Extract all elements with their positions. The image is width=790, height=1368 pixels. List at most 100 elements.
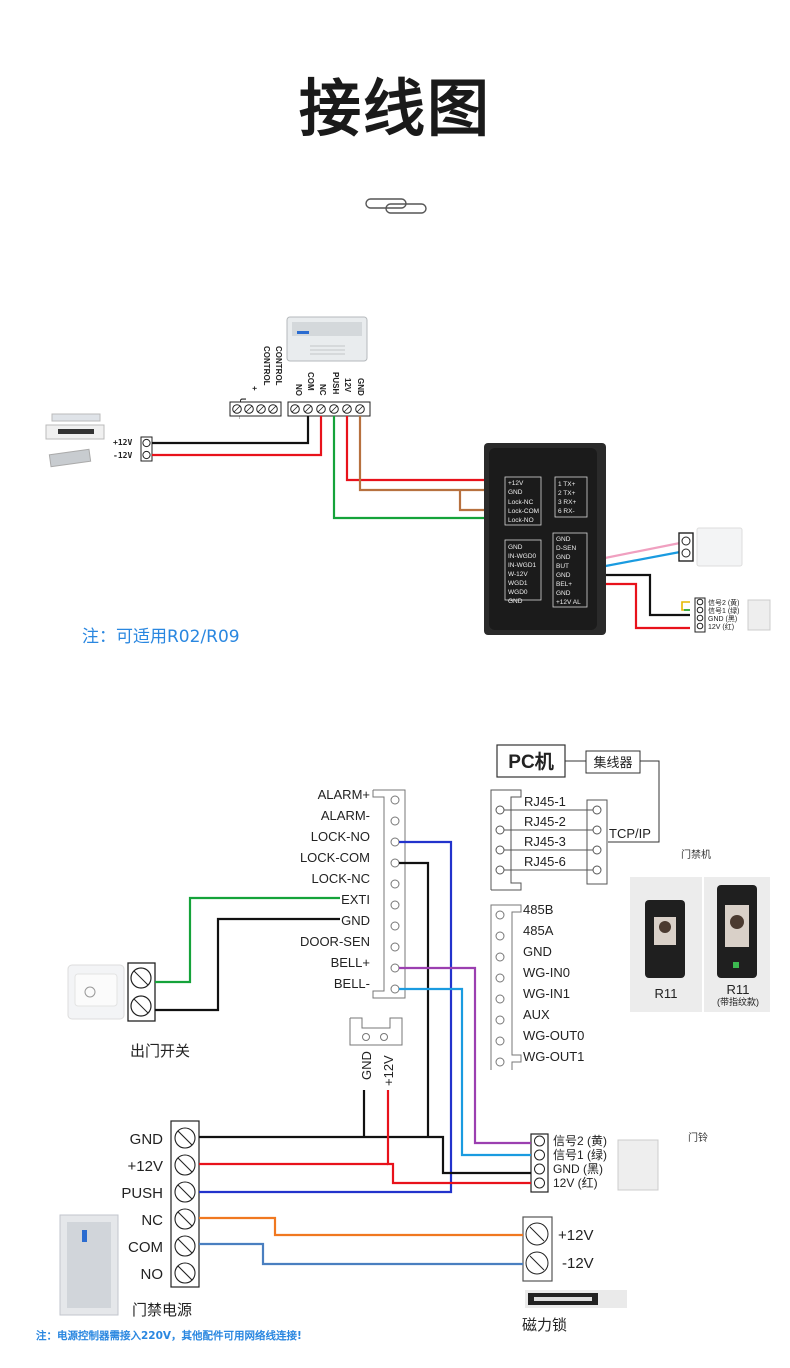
svg-text:+12V: +12V	[558, 1227, 593, 1244]
svg-text:AUX: AUX	[523, 1007, 550, 1022]
paperclip-icon	[365, 198, 427, 214]
svg-text:Lock-NO: Lock-NO	[508, 517, 534, 524]
svg-text:PC机: PC机	[508, 751, 553, 773]
svg-text:集线器: 集线器	[593, 755, 632, 770]
svg-text:LOCK-NC: LOCK-NC	[311, 871, 370, 886]
label-control-2: CONTROL	[274, 346, 283, 386]
svg-text:ALARM+: ALARM+	[318, 787, 370, 802]
svg-text:+12V: +12V	[128, 1158, 163, 1175]
device-model-2-sub: (带指纹款)	[717, 996, 759, 1007]
svg-text:+12V: +12V	[508, 480, 524, 487]
power-connector	[349, 1017, 403, 1046]
svg-text:-12V: -12V	[562, 1255, 594, 1272]
wire-red-12v	[345, 416, 500, 482]
svg-text:LOCK-COM: LOCK-COM	[300, 850, 370, 865]
svg-text:PUSH: PUSH	[121, 1185, 163, 1202]
top-note: 注：可适用R02/R09	[82, 627, 240, 647]
svg-text:COM: COM	[128, 1239, 163, 1256]
svg-text:RJ45-2: RJ45-2	[524, 814, 566, 829]
svg-text:3 RX+: 3 RX+	[558, 499, 576, 506]
svg-text:IN-WGD1: IN-WGD1	[508, 562, 537, 569]
maglock-label: 磁力锁	[522, 1317, 567, 1334]
svg-text:WGD1: WGD1	[508, 580, 528, 587]
svg-text:NC: NC	[141, 1212, 163, 1229]
svg-text:信号2 (黄): 信号2 (黄)	[553, 1134, 607, 1148]
wire-black-gnd	[155, 917, 340, 1012]
svg-text:GND: GND	[556, 590, 571, 597]
svg-text:WG-IN1: WG-IN1	[523, 986, 570, 1001]
psu-image	[59, 1214, 119, 1316]
top-wires	[152, 416, 690, 630]
label-control-1: CONTROL	[262, 346, 271, 386]
power-controller-image	[286, 316, 368, 362]
wire-black-bell	[595, 573, 690, 617]
svg-text:NO: NO	[294, 384, 303, 396]
svg-text:RJ45-6: RJ45-6	[524, 854, 566, 869]
maglock-image-top	[45, 413, 105, 468]
controller-terminal-block-left	[229, 401, 282, 417]
svg-text:GND: GND	[508, 489, 523, 496]
svg-text:-12V: -12V	[113, 451, 132, 460]
exit-switch-label: 出门开关	[130, 1043, 190, 1060]
access-device-title: 门禁机	[681, 848, 711, 861]
svg-text:12V: 12V	[343, 378, 352, 393]
pc-box: PC机	[496, 744, 566, 778]
svg-text:485B: 485B	[523, 902, 553, 917]
svg-text:12V (红): 12V (红)	[708, 622, 734, 631]
svg-text:6 RX-: 6 RX-	[558, 508, 575, 515]
hub-box: 集线器	[585, 750, 641, 774]
main-terminal-block	[372, 789, 406, 999]
lock-terminals-top: +12V -12V	[113, 436, 153, 462]
connector-12v-label: +12V	[381, 1055, 396, 1086]
wire-orange-nc	[199, 1216, 523, 1237]
svg-text:NC: NC	[318, 384, 327, 396]
device-model-2: R11	[727, 982, 750, 997]
device-model-1: R11	[655, 986, 678, 1001]
maglock-image-bottom	[525, 1290, 627, 1308]
svg-text:GND: GND	[556, 554, 571, 561]
svg-text:GND: GND	[341, 913, 370, 928]
svg-text:W-12V: W-12V	[508, 571, 528, 578]
bottom-note: 注：电源控制器需接入220V，其他配件可用网络线连接!	[36, 1330, 302, 1342]
wire-lightblue-bell	[399, 987, 531, 1157]
svg-text:BELL-: BELL-	[334, 976, 370, 991]
svg-text:Lock-COM: Lock-COM	[508, 508, 539, 515]
wiring-diagram: UPS_ + CONTROL CONTROL NO COM NC PUSH 12…	[45, 198, 771, 1334]
svg-text:D-SEN: D-SEN	[556, 545, 577, 552]
svg-text:RJ45-1: RJ45-1	[524, 794, 566, 809]
svg-text:GND (黑): GND (黑)	[553, 1162, 603, 1176]
svg-text:BEL+: BEL+	[556, 581, 572, 588]
exit-switch-bottom	[67, 962, 156, 1022]
svg-text:WG-OUT1: WG-OUT1	[523, 1049, 584, 1064]
svg-text:IN-WGD0: IN-WGD0	[508, 553, 537, 560]
svg-text:2 TX+: 2 TX+	[558, 490, 576, 497]
svg-text:DOOR-SEN: DOOR-SEN	[300, 934, 370, 949]
svg-text:Lock-NC: Lock-NC	[508, 499, 534, 506]
access-panel-back: +12V GND Lock-NC Lock-COM Lock-NO 1 TX+ …	[484, 443, 606, 635]
svg-text:信号2 (黄): 信号2 (黄)	[708, 598, 740, 607]
svg-text:GND: GND	[523, 944, 552, 959]
svg-text:COM: COM	[306, 372, 315, 391]
wire-pink	[594, 541, 681, 562]
svg-text:NO: NO	[141, 1266, 164, 1283]
svg-text:GND (黑): GND (黑)	[708, 615, 737, 623]
wire-black	[152, 416, 310, 445]
svg-text:WGD0: WGD0	[508, 589, 528, 596]
svg-text:1 TX+: 1 TX+	[558, 481, 576, 488]
connector-gnd-label: GND	[359, 1051, 374, 1080]
svg-text:GND: GND	[556, 572, 571, 579]
wire-purple-bell	[399, 966, 531, 1145]
tcpip-label: TCP/IP	[609, 826, 651, 841]
svg-text:WG-IN0: WG-IN0	[523, 965, 570, 980]
psu-terminal-block	[170, 1120, 200, 1288]
svg-text:GND: GND	[556, 536, 571, 543]
svg-text:信号1 (绿): 信号1 (绿)	[708, 606, 740, 615]
svg-text:GND: GND	[130, 1131, 164, 1148]
svg-text:BELL+: BELL+	[331, 955, 370, 970]
svg-text:485A: 485A	[523, 923, 554, 938]
svg-text:EXTI: EXTI	[341, 892, 370, 907]
svg-text:GND: GND	[508, 544, 523, 551]
svg-text:12V (红): 12V (红)	[553, 1175, 598, 1190]
doorbell-top: 信号2 (黄) 信号1 (绿) GND (黑) 12V (红)	[681, 597, 771, 633]
controller-terminal-block-right	[287, 401, 371, 417]
